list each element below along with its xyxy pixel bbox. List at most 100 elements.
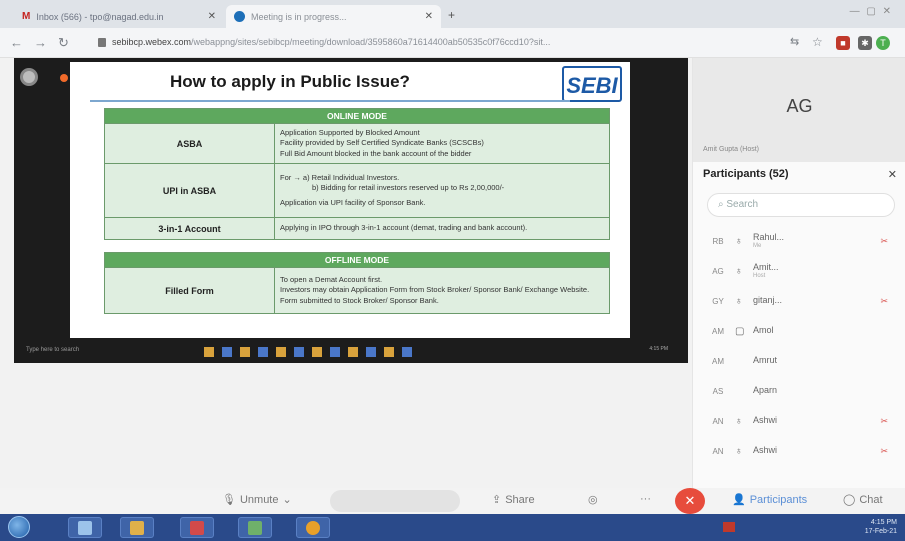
participants-title: Participants (52)	[703, 168, 789, 180]
avatar: GY	[712, 296, 724, 306]
presentation-slide: How to apply in Public Issue? SEBI ONLIN…	[70, 62, 630, 338]
video-button[interactable]	[330, 490, 460, 512]
participant-row[interactable]: AN ♁ Ashwi ✂	[693, 436, 905, 466]
online-mode-table: ONLINE MODE ASBA Application Supported b…	[104, 108, 610, 240]
lock-icon	[98, 38, 106, 47]
tab-label: Meeting is in progress...	[251, 11, 347, 22]
star-icon[interactable]: ☆	[812, 35, 823, 49]
table-row: ASBA Application Supported by Blocked Am…	[104, 123, 610, 164]
forward-arrow-icon[interactable]: →	[34, 35, 47, 50]
offline-mode-table: OFFLINE MODE Filled Form To open a Demat…	[104, 252, 610, 314]
shared-taskbar-icons	[204, 347, 412, 357]
chat-button[interactable]: ◯ Chat	[843, 493, 883, 507]
back-arrow-icon[interactable]: ←	[10, 35, 23, 50]
avatar: AS	[712, 386, 724, 396]
participant-row[interactable]: AS Aparn	[693, 376, 905, 406]
leave-meeting-button[interactable]: ✕	[675, 488, 705, 514]
shared-screen: How to apply in Public Issue? SEBI ONLIN…	[14, 58, 688, 363]
title-divider	[90, 100, 570, 102]
shared-clock: 4:15 PM	[649, 346, 668, 352]
table-heading: OFFLINE MODE	[104, 252, 610, 268]
browser-tab-strip: M Inbox (566) - tpo@nagad.edu.in ✕ Meeti…	[0, 0, 905, 28]
avatar: AM	[712, 326, 724, 336]
more-icon: ···	[640, 493, 651, 505]
taskbar-chrome[interactable]	[296, 517, 330, 538]
avatar: AN	[712, 446, 724, 456]
table-row: Filled Form To open a Demat Account firs…	[104, 267, 610, 314]
participant-search-input[interactable]: ⌕ Search	[707, 193, 895, 217]
taskbar-app[interactable]	[238, 517, 272, 538]
system-clock[interactable]: 4:15 PM 17-Feb-21	[865, 518, 897, 536]
self-video-tile: AG Amit Gupta (Host)	[693, 58, 905, 162]
muted-mic-icon: ✂	[880, 235, 888, 246]
participant-row[interactable]: GY ♁ gitanj... ✂	[693, 286, 905, 316]
participant-row[interactable]: AG ♁ Amit... Host	[693, 256, 905, 286]
slide-title: How to apply in Public Issue?	[170, 72, 410, 91]
participants-button[interactable]: 👤 Participants	[732, 493, 807, 507]
chat-icon: ◯	[843, 494, 856, 506]
windows-taskbar: 4:15 PM 17-Feb-21	[0, 514, 905, 541]
address-bar-row: ← → ↻ sebibcp.webex.com/webappng/sites/s…	[0, 28, 905, 58]
taskbar-app[interactable]	[68, 517, 102, 538]
avatar: AG	[712, 266, 724, 276]
extension-icon[interactable]: ■	[836, 36, 850, 50]
muted-mic-icon: ✂	[880, 295, 888, 306]
muted-mic-icon: ✂	[880, 445, 888, 456]
mic-icon: ♁	[735, 295, 743, 307]
close-tab-icon[interactable]: ✕	[208, 11, 216, 22]
shared-search-box: Type here to search	[26, 347, 80, 353]
close-icon[interactable]: ✕	[888, 168, 897, 181]
record-button[interactable]: ◎	[588, 493, 598, 506]
tab-label: Inbox (566) - tpo@nagad.edu.in	[36, 11, 164, 22]
share-stage: How to apply in Public Issue? SEBI ONLIN…	[0, 58, 692, 488]
table-heading: ONLINE MODE	[104, 108, 610, 124]
mic-icon: ♁	[735, 445, 743, 457]
device-icon: ▢	[735, 325, 745, 337]
tab-webex[interactable]: Meeting is in progress... ✕	[226, 5, 441, 28]
participant-row[interactable]: AM Amrut	[693, 346, 905, 376]
shared-taskbar: Type here to search 4:15 PM	[14, 343, 688, 361]
participants-panel: AG Amit Gupta (Host) Participants (52) ✕…	[692, 58, 905, 488]
translate-icon[interactable]: ⇆	[790, 35, 799, 48]
tab-gmail[interactable]: M Inbox (566) - tpo@nagad.edu.in ✕	[14, 5, 224, 28]
start-button[interactable]	[8, 516, 30, 538]
self-name: Amit Gupta (Host)	[703, 146, 760, 153]
share-button[interactable]: ⇪ Share	[492, 493, 535, 507]
avatar: RB	[712, 236, 724, 246]
record-icon: ◎	[588, 494, 598, 506]
sebi-logo: SEBI	[562, 66, 622, 102]
taskbar-app[interactable]	[180, 517, 214, 538]
avatar: AM	[712, 356, 724, 366]
recording-icon	[20, 68, 38, 86]
tray-flag-icon[interactable]	[723, 522, 735, 532]
gmail-icon: M	[22, 11, 31, 22]
table-row: 3-in-1 Account Applying in IPO through 3…	[104, 217, 610, 240]
participant-row[interactable]: AN ♁ Ashwi ✂	[693, 406, 905, 436]
mic-icon: ♁	[735, 415, 743, 427]
chevron-down-icon: ⌄	[282, 494, 292, 506]
participant-row[interactable]: AM ▢ Amol	[693, 316, 905, 346]
webex-icon	[234, 11, 245, 22]
meeting-controls: 🎙 Unmute ⌄ ⇪ Share ◎ ··· ✕ 👤 Participants ◯ C…	[0, 488, 905, 514]
status-dot	[60, 74, 68, 82]
window-controls[interactable]: — ▢ ✕	[850, 6, 893, 17]
table-row: UPI in ASBA For → a) Retail Individual I…	[104, 163, 610, 218]
reload-icon[interactable]: ↻	[58, 35, 69, 51]
mic-off-icon: 🎙	[222, 494, 236, 506]
close-tab-icon[interactable]: ✕	[425, 11, 433, 22]
mic-icon: ♁	[735, 265, 743, 277]
muted-mic-icon: ✂	[880, 415, 888, 426]
new-tab-icon[interactable]: +	[448, 8, 455, 22]
self-initials: AG	[786, 96, 813, 116]
taskbar-folder[interactable]	[120, 517, 154, 538]
mic-icon: ♁	[735, 235, 743, 247]
puzzle-icon[interactable]: ✱	[858, 36, 872, 50]
avatar: AN	[712, 416, 724, 426]
participants-icon: 👤	[732, 494, 746, 506]
unmute-button[interactable]: 🎙 Unmute ⌄	[222, 493, 292, 507]
more-options-button[interactable]: ···	[640, 493, 651, 505]
url-field[interactable]: sebibcp.webex.com/webappng/sites/sebibcp…	[112, 37, 772, 51]
participant-row[interactable]: RB ♁ Rahul... Me ✂	[693, 226, 905, 256]
share-icon: ⇪	[492, 494, 502, 506]
profile-avatar[interactable]: T	[876, 36, 890, 50]
